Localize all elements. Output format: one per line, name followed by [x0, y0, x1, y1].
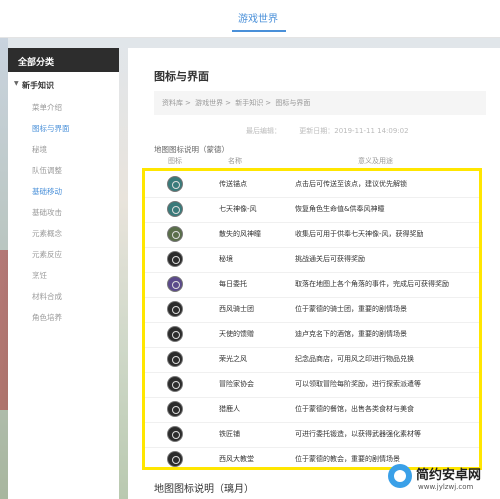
anemoculus-icon — [167, 226, 183, 242]
blacksmith-icon — [167, 426, 183, 442]
daily-commission-icon — [167, 276, 183, 292]
row-desc: 位于蒙德的餐馆，出售各类食材与美食 — [295, 405, 414, 413]
sidebar-item-cooking[interactable]: 烹饪 — [8, 265, 119, 286]
sidebar-item-domain[interactable]: 秘境 — [8, 139, 119, 160]
table-row: 冒险家协会 可以领取冒险每阶奖励，进行探索派遣等 — [145, 373, 479, 397]
sidebar-group-label: 新手知识 — [22, 81, 54, 90]
row-name: 天使的馈赠 — [219, 330, 254, 338]
article-content: 图标与界面 资料库 > 游戏世界 > 新手知识 > 图标与界面 最后编辑： 更新日期：… — [128, 48, 500, 499]
glory-wind-icon — [167, 351, 183, 367]
active-tab-indicator — [232, 30, 286, 32]
table-row: 猎鹿人 位于蒙德的餐馆，出售各类食材与美食 — [145, 398, 479, 422]
row-desc: 恢复角色生命值&供奉风神瞳 — [295, 205, 385, 213]
category-sidebar: 全部分类 ▼ 新手知识 菜单介绍 图标与界面 秘境 队伍调整 基础移动 基础攻击… — [8, 48, 119, 499]
knights-icon — [167, 301, 183, 317]
row-desc: 点击后可传送至该点，建议优先解锁 — [295, 180, 407, 188]
breadcrumb-current: 图标与界面 — [275, 99, 311, 107]
top-navigation-bar: 游戏世界 — [0, 0, 500, 38]
domain-icon — [167, 251, 183, 267]
update-date: 更新日期：2019-11-11 14:09:02 — [299, 127, 409, 135]
cathedral-icon — [167, 451, 183, 467]
sidebar-item-party-setup[interactable]: 队伍调整 — [8, 160, 119, 181]
adventurers-guild-icon — [167, 376, 183, 392]
sidebar-header: 全部分类 — [8, 48, 119, 72]
breadcrumb: 资料库 > 游戏世界 > 新手知识 > 图标与界面 — [154, 91, 486, 115]
sidebar-group-beginner[interactable]: ▼ 新手知识 — [8, 72, 119, 97]
row-desc: 纪念品商店，可用风之印进行物品兑换 — [295, 355, 414, 363]
row-desc: 可进行委托锻造，以获得武器强化素材等 — [295, 430, 421, 438]
row-desc: 收集后可用于供奉七天神像-风，获得奖励 — [295, 230, 424, 238]
row-name: 传送锚点 — [219, 180, 247, 188]
breadcrumb-item[interactable]: 资料库 — [162, 99, 183, 107]
table-row: 荣光之风 纪念品商店，可用风之印进行物品兑换 — [145, 348, 479, 372]
row-desc: 取落在地图上各个角落的事件，完成后可获得奖励 — [295, 280, 449, 288]
page-title: 图标与界面 — [154, 70, 209, 83]
sidebar-item-menu-intro[interactable]: 菜单介绍 — [8, 97, 119, 118]
table-row: 西风骑士团 位于蒙德的骑士团，重要的剧情场景 — [145, 298, 479, 322]
hunter-icon — [167, 401, 183, 417]
sidebar-item-elements[interactable]: 元素概念 — [8, 223, 119, 244]
table-row: 传送锚点 点击后可传送至该点，建议优先解锁 — [145, 173, 479, 197]
row-name: 铁匠铺 — [219, 430, 240, 438]
teleport-waypoint-icon — [167, 176, 183, 192]
table-row: 每日委托 取落在地图上各个角落的事件，完成后可获得奖励 — [145, 273, 479, 297]
sidebar-item-basic-attack[interactable]: 基础攻击 — [8, 202, 119, 223]
table-row: 铁匠铺 可进行委托锻造，以获得武器强化素材等 — [145, 423, 479, 447]
row-name: 荣光之风 — [219, 355, 247, 363]
sidebar-item-crafting[interactable]: 材料合成 — [8, 286, 119, 307]
sidebar-item-character[interactable]: 角色培养 — [8, 307, 119, 328]
column-header-name: 名称 — [228, 157, 242, 165]
row-desc: 可以领取冒险每阶奖励，进行探索派遣等 — [295, 380, 421, 388]
row-desc: 迪卢克名下的酒馆，重要的剧情场景 — [295, 330, 407, 338]
watermark-logo-icon — [388, 464, 412, 488]
row-name: 猎鹿人 — [219, 405, 240, 413]
editor-label: 最后编辑： — [246, 127, 281, 135]
breadcrumb-item[interactable]: 新手知识 — [235, 99, 263, 107]
row-desc: 挑战通关后可获得奖励 — [295, 255, 365, 263]
angels-share-icon — [167, 326, 183, 342]
sidebar-item-icons-ui[interactable]: 图标与界面 — [8, 118, 119, 139]
row-name: 七天神像-风 — [219, 205, 257, 213]
chevron-down-icon: ▼ — [14, 80, 19, 87]
sidebar-item-reactions[interactable]: 元素反应 — [8, 244, 119, 265]
row-name: 每日委托 — [219, 280, 247, 288]
row-desc: 位于蒙德的教会，重要的剧情场景 — [295, 455, 400, 463]
watermark-url: www.jylzwj.com — [418, 483, 474, 491]
sidebar-item-basic-movement[interactable]: 基础移动 — [8, 181, 119, 202]
table-row: 天使的馈赠 迪卢克名下的酒馆，重要的剧情场景 — [145, 323, 479, 347]
site-watermark: 简约安卓网 www.jylzwj.com — [388, 460, 500, 499]
row-desc: 位于蒙德的骑士团，重要的剧情场景 — [295, 305, 407, 313]
breadcrumb-item[interactable]: 游戏世界 — [195, 99, 223, 107]
statue-of-seven-icon — [167, 201, 183, 217]
nav-link-game-world[interactable]: 游戏世界 — [238, 10, 278, 25]
section-title-mondstadt: 地图图标说明（蒙德） — [154, 145, 229, 154]
column-header-icon: 图标 — [168, 157, 182, 165]
watermark-title: 简约安卓网 — [416, 468, 482, 483]
column-header-usage: 意义及用途 — [358, 157, 393, 165]
row-name: 西风骑士团 — [219, 305, 254, 313]
row-name: 西风大教堂 — [219, 455, 254, 463]
row-name: 冒险家协会 — [219, 380, 254, 388]
row-name: 散失的风神瞳 — [219, 230, 261, 238]
table-row: 秘境 挑战通关后可获得奖励 — [145, 248, 479, 272]
row-name: 秘境 — [219, 255, 233, 263]
section-title-liyue: 地图图标说明（璃月） — [154, 484, 254, 495]
table-row: 散失的风神瞳 收集后可用于供奉七天神像-风，获得奖励 — [145, 223, 479, 247]
table-row: 七天神像-风 恢复角色生命值&供奉风神瞳 — [145, 198, 479, 222]
map-icon-table: 传送锚点 点击后可传送至该点，建议优先解锁 七天神像-风 恢复角色生命值&供奉风… — [142, 168, 482, 470]
article-meta: 最后编辑： 更新日期：2019-11-11 14:09:02 — [246, 126, 425, 136]
